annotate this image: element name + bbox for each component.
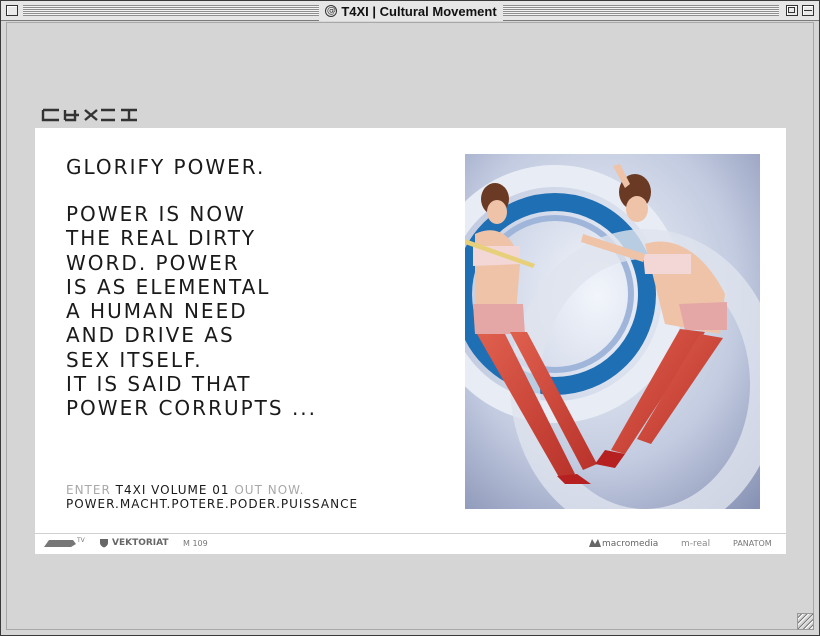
title-bar[interactable]: @ T4XI | Cultural Movement bbox=[1, 1, 819, 21]
headline: GLORIFY POWER. bbox=[66, 155, 266, 179]
globe-icon: @ bbox=[325, 5, 338, 17]
hero-photo[interactable] bbox=[465, 154, 760, 509]
macromedia-link[interactable]: macromedia bbox=[602, 539, 658, 549]
manifesto-text: POWER IS NOW THE REAL DIRTY WORD. POWER … bbox=[66, 202, 446, 421]
resize-handle[interactable] bbox=[797, 613, 814, 630]
manifesto-line: A HUMAN NEED bbox=[66, 299, 248, 324]
t4xi-logo[interactable] bbox=[41, 107, 139, 123]
close-button[interactable] bbox=[6, 5, 18, 16]
enter-line: ENTER T4XI VOLUME 01 OUT NOW. bbox=[66, 483, 304, 497]
title-bar-stripes-right bbox=[503, 5, 779, 16]
macromedia-icon bbox=[588, 538, 602, 550]
manifesto-line: WORD. POWER bbox=[66, 250, 240, 275]
title-bar-stripes-left bbox=[23, 5, 319, 16]
manifesto-line: POWER CORRUPTS ... bbox=[66, 396, 318, 421]
enter-volume-link[interactable]: T4XI VOLUME 01 bbox=[116, 483, 230, 497]
browser-window: @ T4XI | Cultural Movement GLORIFY POWER… bbox=[0, 0, 820, 636]
tv-label: TV bbox=[77, 537, 85, 544]
m-real-link[interactable]: m-real bbox=[681, 539, 710, 549]
enter-suffix: OUT NOW. bbox=[234, 483, 305, 497]
zoom-button[interactable] bbox=[786, 5, 798, 16]
manifesto-line: POWER IS NOW bbox=[66, 202, 246, 226]
window-title: T4XI | Cultural Movement bbox=[341, 3, 497, 19]
manifesto-line: IS AS ELEMENTAL bbox=[66, 274, 271, 299]
panatom-link[interactable]: PANATOM bbox=[733, 539, 772, 548]
vektoriat-link[interactable]: VEKTORIAT bbox=[112, 538, 169, 548]
manifesto-line: AND DRIVE AS bbox=[66, 323, 235, 348]
manifesto-line: THE REAL DIRTY bbox=[66, 226, 257, 251]
vektoriat-shield-icon bbox=[99, 538, 109, 550]
enter-prefix: ENTER bbox=[66, 483, 111, 497]
tv-logo-icon bbox=[44, 540, 76, 547]
manifesto-line: SEX ITSELF. bbox=[66, 347, 203, 372]
collapse-button[interactable] bbox=[802, 5, 814, 16]
sponsor-footer: TV VEKTORIAT M 109 macromedia m-real PAN… bbox=[35, 533, 786, 554]
m109-link[interactable]: M 109 bbox=[183, 539, 208, 548]
tv-logo[interactable] bbox=[43, 537, 77, 551]
window-title-area: @ T4XI | Cultural Movement bbox=[319, 1, 503, 21]
languages-line: POWER.MACHT.POTERE.PODER.PUISSANCE bbox=[66, 497, 359, 511]
manifesto-line: IT IS SAID THAT bbox=[66, 372, 252, 397]
